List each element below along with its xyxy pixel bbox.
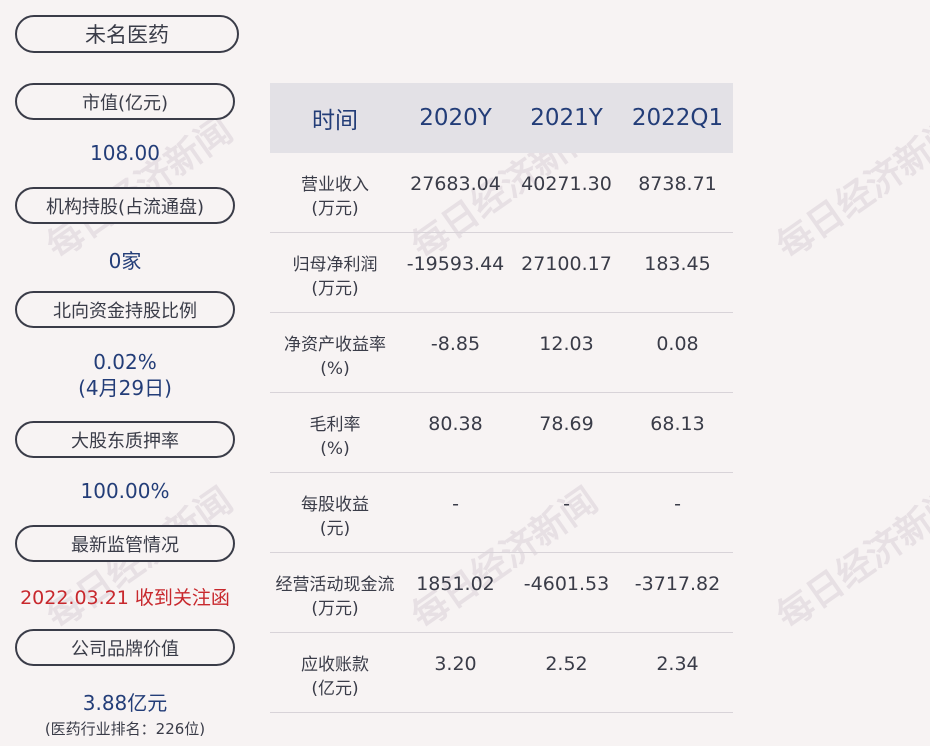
northbound-ratio-value: 0.02% (4月29日): [15, 349, 235, 401]
header-col: 2020Y: [419, 105, 492, 131]
brand-value-amount: 3.88亿元: [82, 691, 168, 715]
row-label: 每股收益 (元): [301, 495, 369, 539]
table-row: 毛利率 (%) 80.38 78.69 68.13: [270, 393, 733, 473]
watermark: 每日经济新闻: [769, 110, 930, 268]
table-cell: 8738.71: [638, 173, 717, 195]
market-cap-label: 市值(亿元): [15, 83, 235, 120]
table-cell: -8.85: [430, 333, 481, 355]
table-row: 经营活动现金流 (万元) 1851.02 -4601.53 -3717.82: [270, 553, 733, 633]
header-period: 时间: [312, 108, 358, 134]
table-cell: -4601.53: [523, 573, 610, 595]
table-cell: -: [452, 493, 459, 515]
table-row: 营业收入 (万元) 27683.04 40271.30 8738.71: [270, 153, 733, 233]
table-cell: -19593.44: [406, 253, 505, 275]
table-row: 归母净利润 (万元) -19593.44 27100.17 183.45: [270, 233, 733, 313]
row-label: 净资产收益率 (%): [284, 335, 386, 379]
table-cell: -: [563, 493, 570, 515]
table-cell: 80.38: [428, 413, 483, 435]
regulatory-status-value: 2022.03.21 收到关注函: [20, 587, 230, 609]
row-label: 经营活动现金流 (万元): [275, 575, 395, 619]
pledge-ratio-value: 100.00%: [80, 479, 170, 503]
watermark: 每日经济新闻: [769, 480, 930, 638]
table-cell: 40271.30: [521, 173, 612, 195]
table-cell: 3.20: [434, 653, 477, 675]
table-cell: -3717.82: [634, 573, 721, 595]
brand-value-rank: (医药行业排名：226位): [44, 720, 206, 738]
company-name: 未名医药: [15, 15, 239, 53]
table-cell: 27100.17: [521, 253, 612, 275]
row-label: 毛利率 (%): [309, 415, 361, 459]
header-col: 2021Y: [530, 105, 603, 131]
table-cell: 0.08: [656, 333, 699, 355]
table-row: 净资产收益率 (%) -8.85 12.03 0.08: [270, 313, 733, 393]
row-label: 归母净利润 (万元): [292, 255, 378, 299]
table-row: 应收账款 (亿元) 3.20 2.52 2.34: [270, 633, 733, 713]
financial-table: 时间 2020Y 2021Y 2022Q1 营业收入 (万元) 27683.04 …: [270, 83, 733, 713]
institution-holding-value: 0家: [108, 249, 142, 273]
market-cap-value: 108.00: [90, 141, 160, 165]
institution-holding-label: 机构持股(占流通盘): [15, 187, 235, 224]
header-col: 2022Q1: [631, 105, 724, 131]
table-cell: -: [674, 493, 681, 515]
brand-value-label: 公司品牌价值: [15, 629, 235, 666]
brand-value: 3.88亿元 (医药行业排名：226位): [15, 687, 235, 739]
table-cell: 27683.04: [410, 173, 501, 195]
table-row: 每股收益 (元) - - -: [270, 473, 733, 553]
northbound-ratio-date: (4月29日): [78, 376, 172, 400]
table-cell: 12.03: [539, 333, 594, 355]
table-cell: 2.52: [545, 653, 588, 675]
northbound-ratio-label: 北向资金持股比例: [15, 291, 235, 328]
regulatory-status-label: 最新监管情况: [15, 525, 235, 562]
table-cell: 2.34: [656, 653, 699, 675]
table-cell: 68.13: [650, 413, 705, 435]
pledge-ratio-label: 大股东质押率: [15, 421, 235, 458]
row-label: 应收账款 (亿元): [301, 655, 369, 699]
table-header: 时间 2020Y 2021Y 2022Q1: [270, 83, 733, 153]
northbound-ratio-percent: 0.02%: [93, 350, 157, 374]
row-label: 营业收入 (万元): [301, 175, 369, 219]
table-cell: 1851.02: [416, 573, 495, 595]
table-cell: 183.45: [644, 253, 711, 275]
table-cell: 78.69: [539, 413, 594, 435]
